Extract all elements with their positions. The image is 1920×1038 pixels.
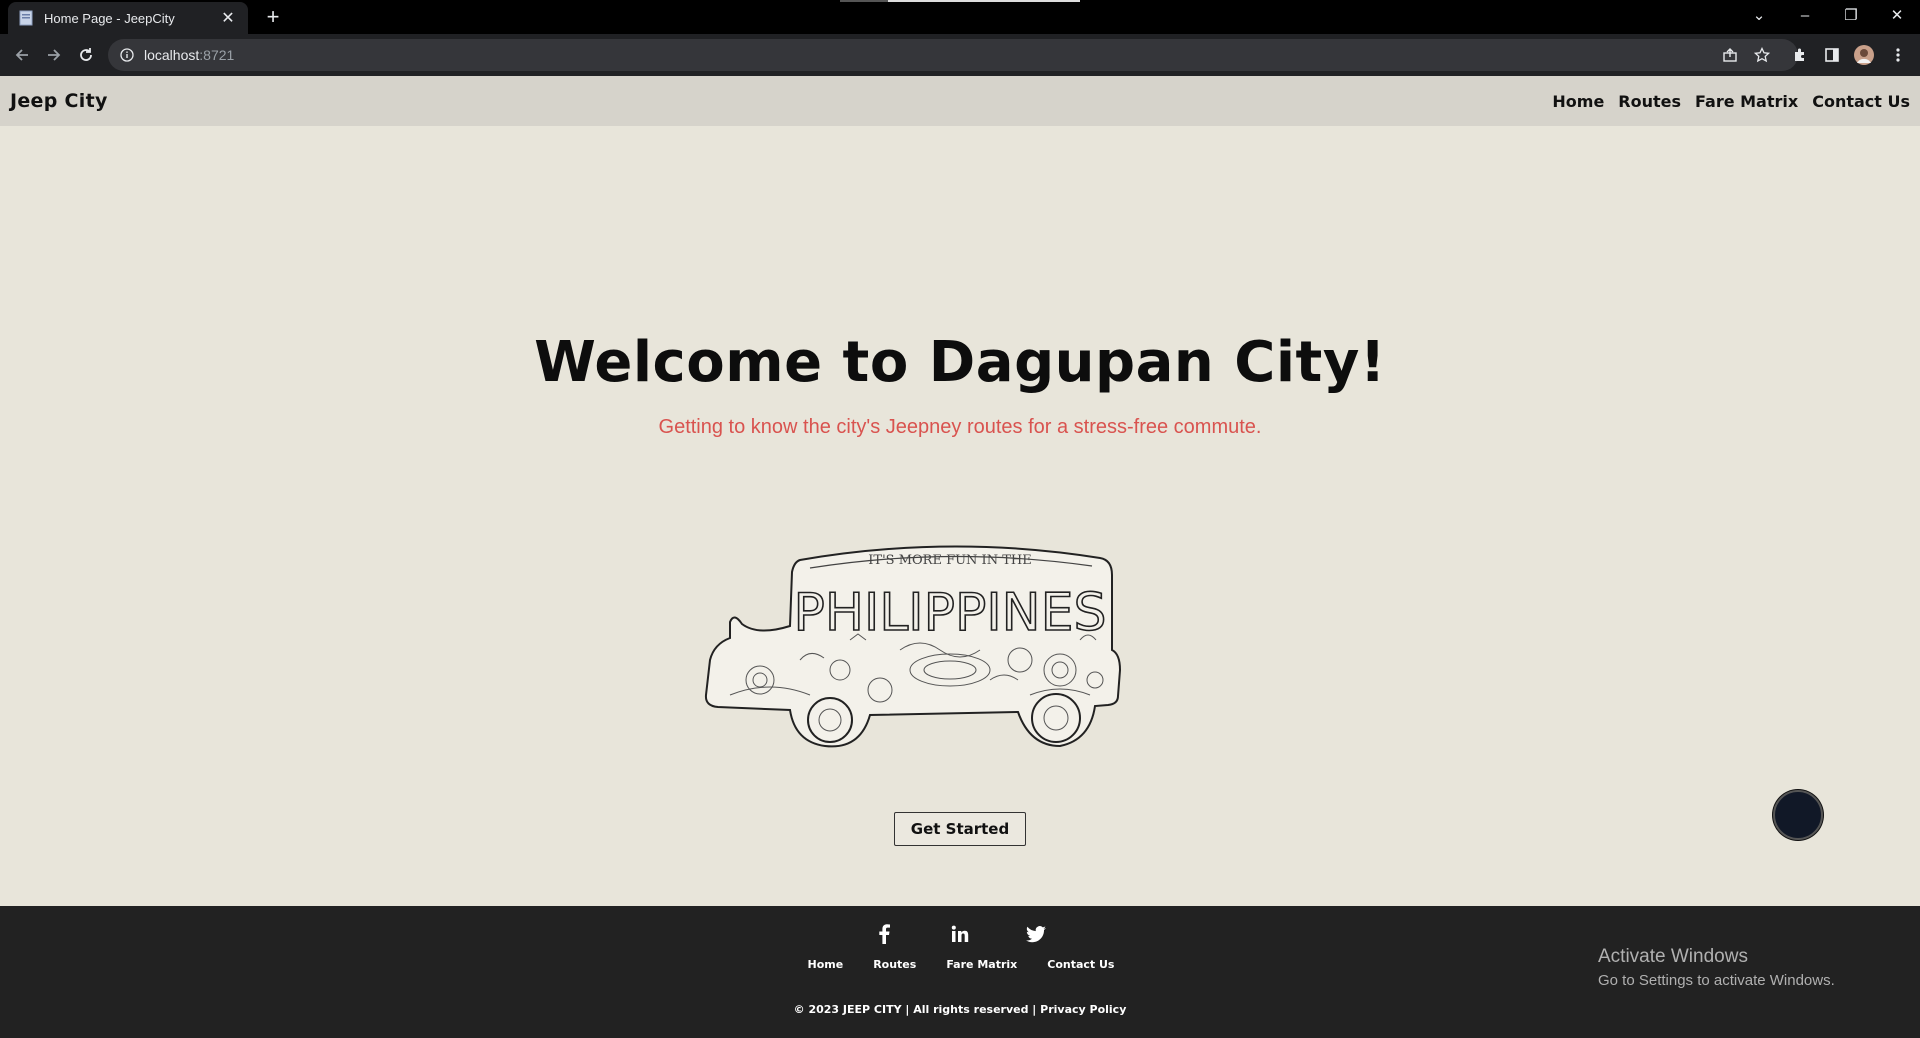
extensions-icon[interactable] (1786, 41, 1814, 69)
get-started-button[interactable]: Get Started (894, 812, 1026, 846)
activate-windows-watermark: Activate Windows Go to Settings to activ… (1598, 946, 1835, 989)
footer-link-routes[interactable]: Routes (873, 958, 916, 971)
footer-link-home[interactable]: Home (808, 958, 844, 971)
tab-title: Home Page - JeepCity (44, 10, 175, 26)
browser-tab-bar: Home Page - JeepCity ✕ + ⌄ – ❐ ✕ (0, 0, 1920, 34)
nav-home[interactable]: Home (1552, 92, 1604, 111)
back-icon[interactable] (8, 41, 36, 69)
url-host: localhost (144, 47, 200, 63)
site-info-icon[interactable] (120, 48, 134, 62)
close-window-icon[interactable]: ✕ (1874, 0, 1920, 30)
address-bar[interactable]: localhost:8721 (108, 39, 1798, 71)
nav-links: Home Routes Fare Matrix Contact Us (1552, 92, 1910, 111)
twitter-icon[interactable] (1024, 922, 1048, 946)
facebook-icon[interactable] (872, 922, 896, 946)
minimize-icon[interactable]: – (1782, 0, 1828, 30)
nav-fare-matrix[interactable]: Fare Matrix (1695, 92, 1798, 111)
jeep-banner-text: PHILIPPINES (794, 583, 1107, 643)
activate-windows-title: Activate Windows (1598, 946, 1748, 967)
jeep-top-text: IT'S MORE FUN IN THE (868, 553, 1031, 568)
nav-routes[interactable]: Routes (1618, 92, 1681, 111)
hero-subtitle: Getting to know the city's Jeepney route… (658, 416, 1262, 438)
share-icon[interactable] (1716, 41, 1744, 69)
linkedin-icon[interactable] (948, 922, 972, 946)
copyright-text: © 2023 JEEP CITY | All rights reserved |… (793, 1003, 1127, 1016)
forward-icon[interactable] (40, 41, 68, 69)
floating-chat-button[interactable] (1773, 790, 1823, 840)
url-port: :8721 (199, 47, 235, 63)
close-tab-icon[interactable]: ✕ (218, 8, 238, 28)
hero-title: Welcome to Dagupan City! (534, 330, 1386, 395)
tab-search-icon[interactable]: ⌄ (1736, 0, 1782, 30)
bookmark-star-icon[interactable] (1748, 41, 1776, 69)
nav-contact-us[interactable]: Contact Us (1812, 92, 1910, 111)
site-navbar: Jeep City Home Routes Fare Matrix Contac… (0, 76, 1920, 126)
footer-link-fare-matrix[interactable]: Fare Matrix (946, 958, 1017, 971)
browser-menu-icon[interactable] (1884, 41, 1912, 69)
browser-tab[interactable]: Home Page - JeepCity ✕ (8, 2, 248, 34)
reload-icon[interactable] (72, 41, 100, 69)
new-tab-icon[interactable]: + (258, 2, 288, 32)
window-drag-strip-highlight (888, 0, 1080, 2)
page-icon (19, 10, 33, 26)
activate-windows-subtitle: Go to Settings to activate Windows. (1598, 972, 1835, 989)
side-panel-icon[interactable] (1818, 41, 1846, 69)
site-brand[interactable]: Jeep City (10, 90, 108, 112)
profile-avatar-icon[interactable] (1850, 41, 1878, 69)
jeepney-illustration: IT'S MORE FUN IN THE PHILIPPINES (704, 545, 1122, 748)
footer-link-contact-us[interactable]: Contact Us (1047, 958, 1114, 971)
browser-toolbar: localhost:8721 (0, 34, 1920, 76)
restore-icon[interactable]: ❐ (1828, 0, 1874, 30)
social-links (0, 922, 1920, 946)
